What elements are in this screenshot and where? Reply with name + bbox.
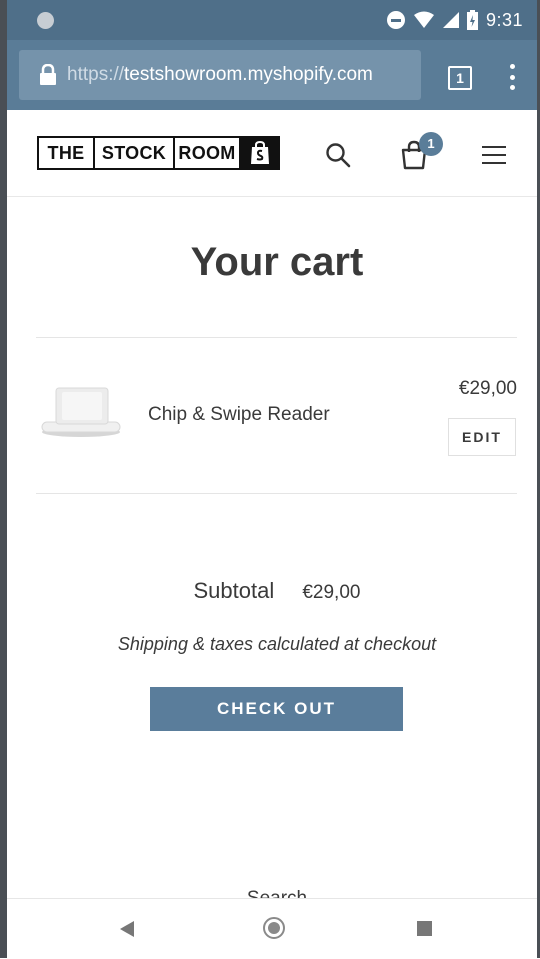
notification-dot-icon bbox=[37, 12, 54, 29]
home-circle-icon[interactable] bbox=[263, 917, 285, 939]
edit-item-button[interactable]: EDIT bbox=[448, 418, 516, 456]
search-icon[interactable] bbox=[325, 142, 351, 168]
cell-signal-icon bbox=[442, 12, 459, 28]
subtotal-value: €29,00 bbox=[302, 582, 361, 603]
hamburger-menu-icon[interactable] bbox=[482, 146, 506, 164]
logo-word-the: THE bbox=[39, 138, 95, 168]
browser-menu-button[interactable] bbox=[506, 64, 518, 90]
recents-square-icon[interactable] bbox=[417, 921, 432, 936]
shipping-note: Shipping & taxes calculated at checkout bbox=[117, 634, 437, 654]
android-navigation-bar bbox=[7, 898, 537, 959]
page-title: Your cart bbox=[190, 240, 364, 284]
subtotal-label: Subtotal bbox=[193, 578, 275, 603]
cart-count-badge: 1 bbox=[419, 132, 443, 156]
address-bar[interactable]: https://testshowroom.myshopify.com bbox=[19, 50, 421, 100]
cart-divider-bottom bbox=[36, 493, 517, 494]
logo-word-stock: STOCK bbox=[95, 138, 175, 168]
checkout-button[interactable]: CHECK OUT bbox=[150, 687, 403, 731]
store-logo[interactable]: THE STOCK ROOM bbox=[37, 136, 280, 170]
back-triangle-icon[interactable] bbox=[120, 921, 134, 937]
url-text: https://testshowroom.myshopify.com bbox=[67, 64, 373, 86]
subtotal-row: Subtotal €29,00 bbox=[7, 578, 540, 604]
tab-switcher-button[interactable]: 1 bbox=[448, 66, 472, 90]
lock-icon bbox=[40, 64, 56, 85]
status-icons: 9:31 bbox=[386, 8, 523, 32]
footer-search-link[interactable]: Search bbox=[7, 884, 540, 898]
status-bar: 9:31 bbox=[7, 0, 537, 40]
product-image[interactable] bbox=[40, 386, 122, 440]
clock-time: 9:31 bbox=[485, 9, 523, 30]
url-scheme: https:// bbox=[67, 64, 125, 85]
shopify-bag-icon bbox=[241, 138, 278, 168]
wifi-icon bbox=[413, 11, 434, 28]
store-header: THE STOCK ROOM 1 bbox=[7, 110, 537, 197]
cart-divider-top bbox=[36, 337, 517, 338]
do-not-disturb-icon bbox=[386, 11, 405, 29]
browser-toolbar: https://testshowroom.myshopify.com 1 bbox=[7, 40, 537, 110]
battery-charging-icon bbox=[466, 10, 478, 30]
product-price: €29,00 bbox=[458, 378, 517, 399]
device-frame-left bbox=[0, 0, 7, 958]
logo-word-room: ROOM bbox=[175, 138, 241, 168]
url-host: testshowroom.myshopify.com bbox=[124, 64, 373, 85]
product-name[interactable]: Chip & Swipe Reader bbox=[148, 404, 330, 426]
